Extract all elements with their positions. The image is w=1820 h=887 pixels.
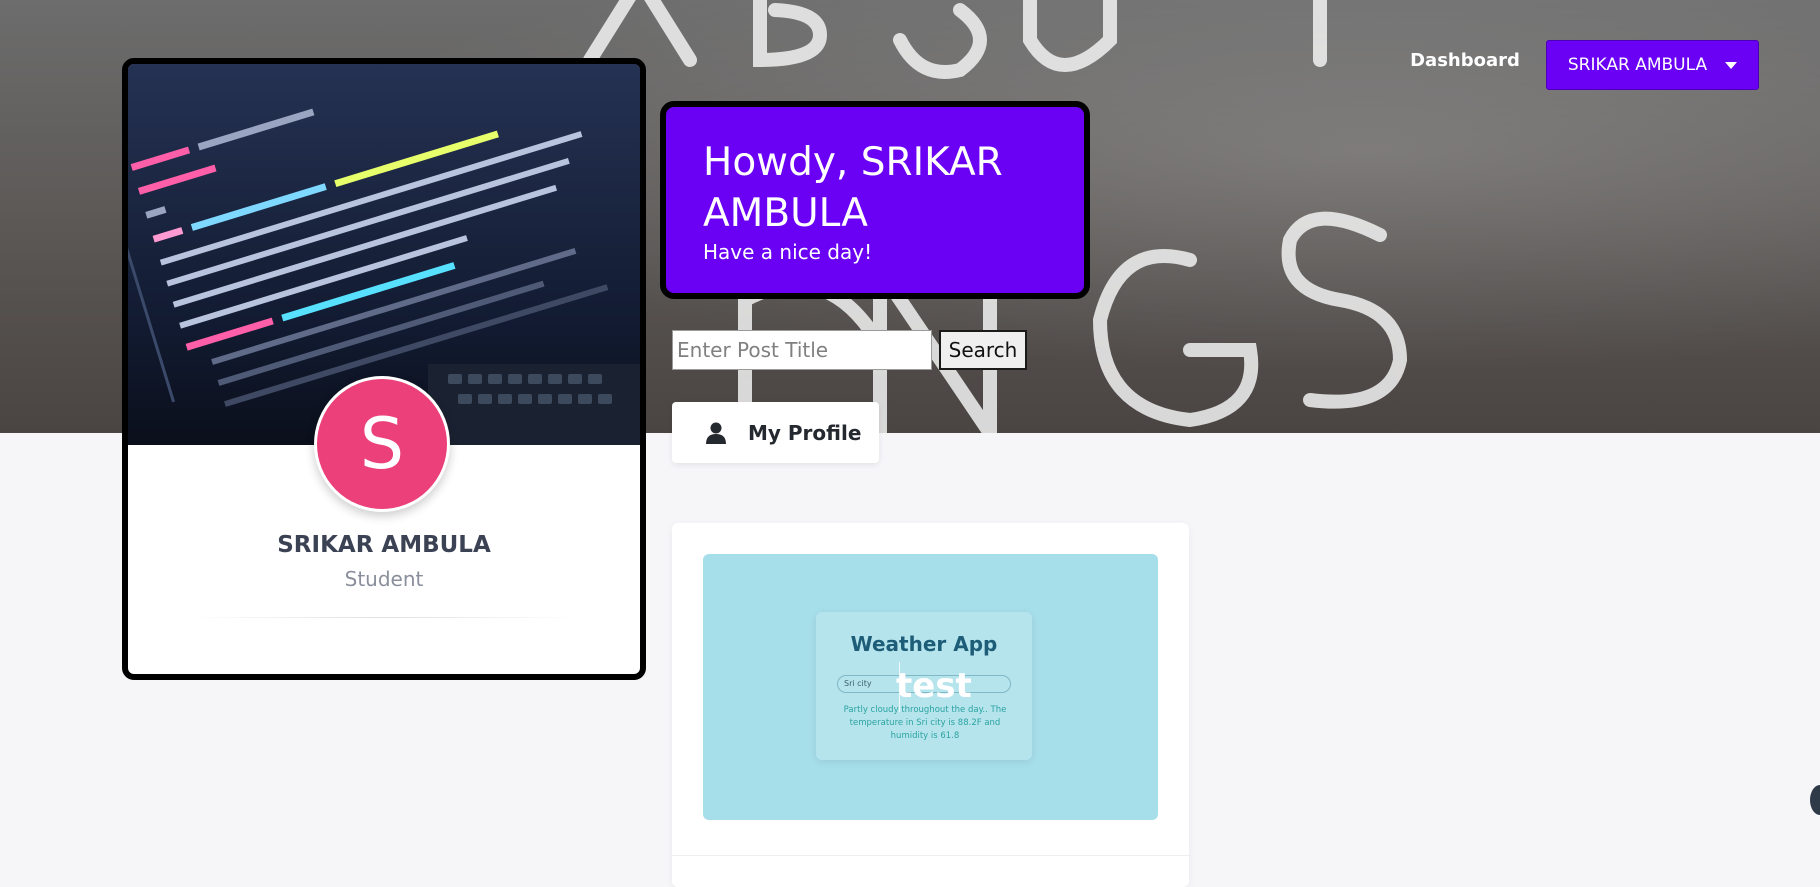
avatar: S bbox=[314, 376, 450, 512]
user-menu-button[interactable]: SRIKAR AMBULA bbox=[1546, 40, 1759, 90]
my-profile-button[interactable]: My Profile bbox=[672, 402, 879, 463]
user-menu-label: SRIKAR AMBULA bbox=[1567, 55, 1708, 75]
nav-dashboard-link[interactable]: Dashboard bbox=[1410, 50, 1520, 71]
weather-description: Partly cloudy throughout the day.. The t… bbox=[843, 705, 1007, 741]
profile-role: Student bbox=[344, 567, 424, 591]
profile-name: SRIKAR AMBULA bbox=[277, 532, 491, 558]
my-profile-label: My Profile bbox=[748, 420, 862, 445]
post-search-input[interactable] bbox=[672, 330, 932, 370]
profile-divider bbox=[188, 617, 580, 618]
post-divider bbox=[672, 855, 1189, 856]
post-card: Weather App Sri city Partly cloudy throu… bbox=[672, 523, 1189, 887]
greeting-card: Howdy, SRIKAR AMBULA Have a nice day! bbox=[660, 101, 1090, 299]
scroll-to-top-button[interactable] bbox=[1810, 785, 1820, 815]
post-thumbnail[interactable]: Weather App Sri city Partly cloudy throu… bbox=[703, 554, 1158, 820]
greeting-subtitle: Have a nice day! bbox=[703, 240, 873, 264]
caret-down-icon bbox=[1725, 61, 1738, 69]
user-icon bbox=[706, 422, 726, 444]
post-title: test bbox=[896, 666, 972, 706]
weather-app-title: Weather App bbox=[850, 632, 998, 656]
greeting-title: Howdy, SRIKAR AMBULA bbox=[703, 140, 1003, 236]
profile-card: S SRIKAR AMBULA Student bbox=[122, 58, 646, 680]
search-button[interactable]: Search bbox=[939, 330, 1027, 370]
